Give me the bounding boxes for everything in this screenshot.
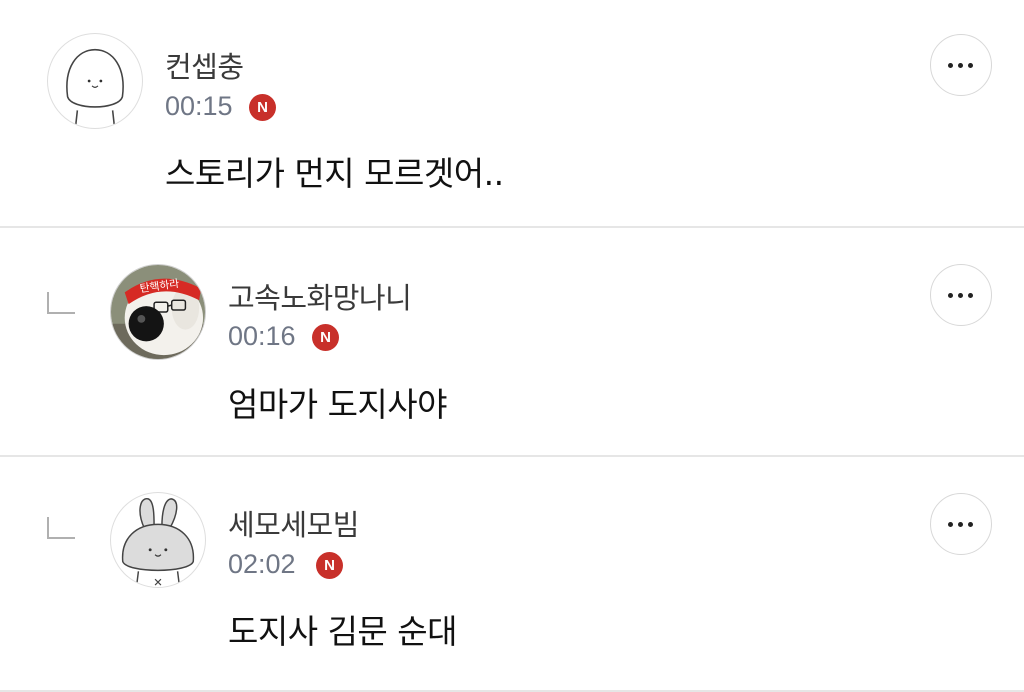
author-name[interactable]: 컨셉충 [165,44,244,86]
more-options-button[interactable] [930,264,992,326]
comment-item: 탄핵하라 고속노화망나니 00:16 N 엄마가 도지사야 [0,228,1024,457]
comment-text: 스토리가 먼지 모르겟어.. [165,154,504,193]
comment-time: 00:15 [165,91,233,121]
new-badge: N [312,324,339,351]
more-dot-icon [968,522,973,527]
comment-text: 엄마가 도지사야 [228,385,448,424]
more-dot-icon [948,63,953,68]
comment-text: 도지사 김문 순대 [228,612,458,651]
new-badge: N [249,94,276,121]
new-badge: N [316,552,343,579]
more-dot-icon [968,63,973,68]
polar-bear-headband-icon: 탄핵하라 [111,265,205,359]
reply-indicator-icon [47,517,75,539]
avatar[interactable] [47,33,143,129]
comment-time: 00:16 [228,321,296,351]
more-dot-icon [958,293,963,298]
comment-item: 컨셉충 00:15 N 스토리가 먼지 모르겟어.. [0,0,1024,228]
reply-indicator-icon [47,292,75,314]
more-dot-icon [958,63,963,68]
comment-time: 02:02 [228,549,296,579]
plain-smiling-blob-icon [66,48,124,128]
comment-item: 세모세모빔 02:02 N 도지사 김문 순대 [0,457,1024,692]
more-dot-icon [948,293,953,298]
more-dot-icon [948,522,953,527]
avatar[interactable] [110,492,206,588]
author-name[interactable]: 고속노화망나니 [228,275,412,317]
more-dot-icon [968,293,973,298]
more-options-button[interactable] [930,34,992,96]
avatar[interactable]: 탄핵하라 [110,264,206,360]
more-dot-icon [958,522,963,527]
more-options-button[interactable] [930,493,992,555]
rabbit-icon [121,498,195,587]
author-name[interactable]: 세모세모빔 [228,502,359,544]
